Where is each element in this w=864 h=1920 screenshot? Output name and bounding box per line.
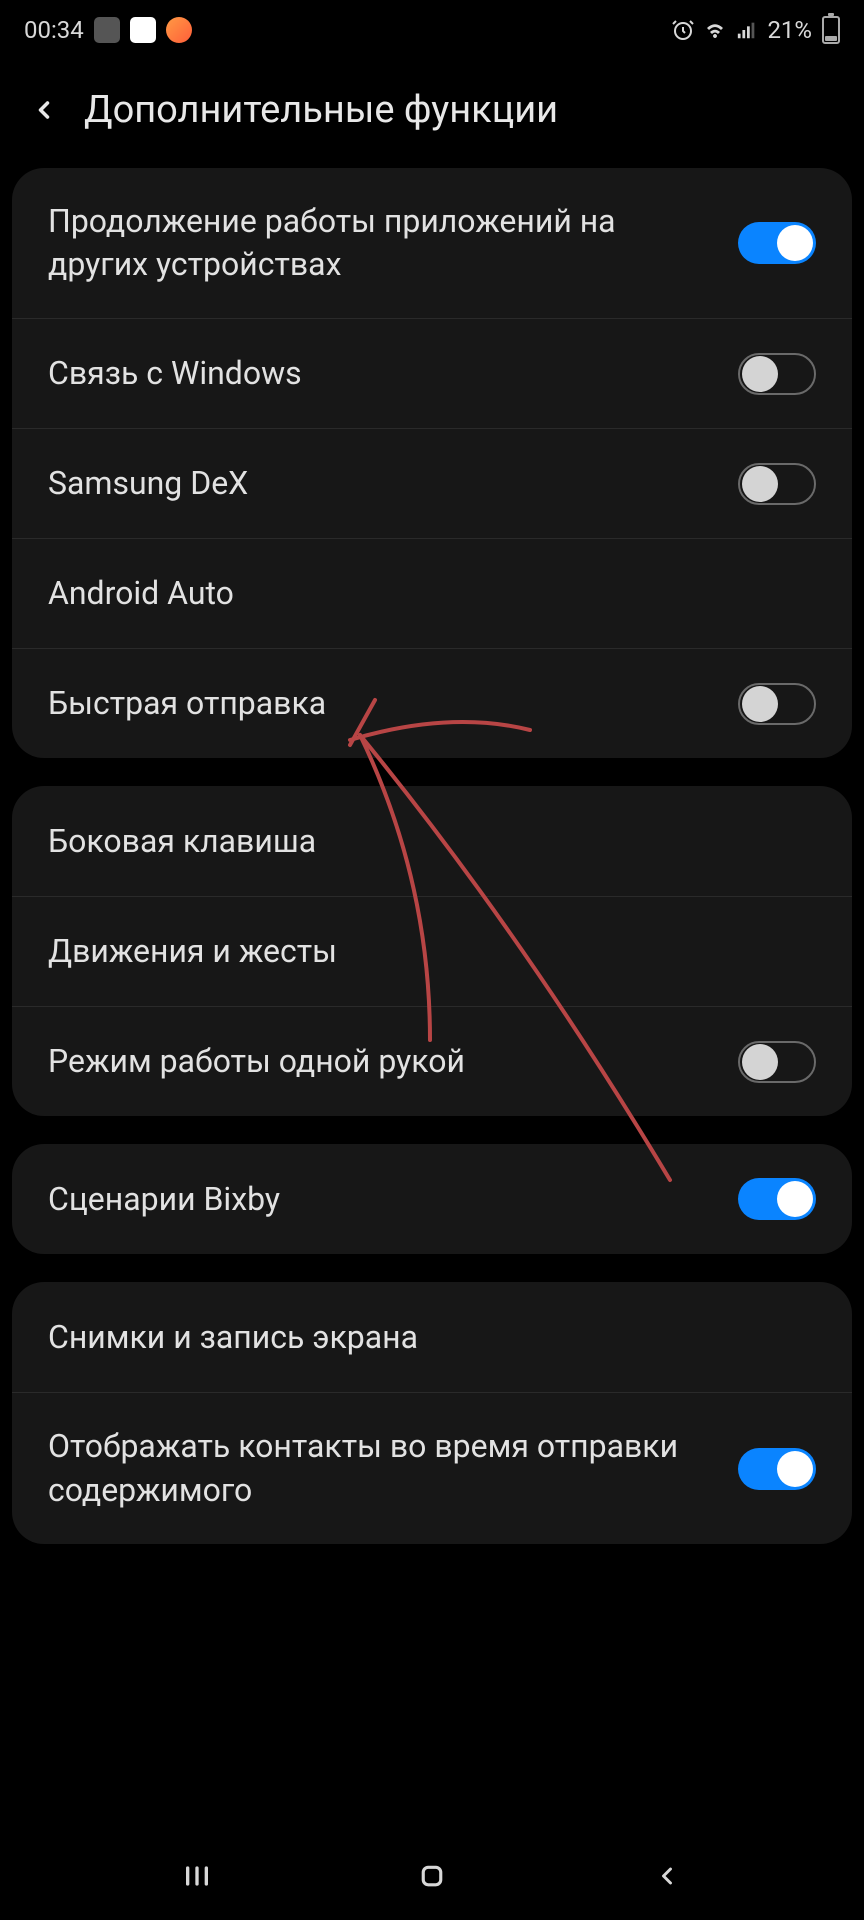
setting-link-to-windows[interactable]: Связь с Windows [12, 318, 852, 428]
settings-content: Продолжение работы приложений на других … [0, 168, 864, 1544]
setting-label: Samsung DeX [48, 462, 738, 505]
status-time: 00:34 [24, 16, 84, 44]
gallery-icon [94, 17, 120, 43]
status-left: 00:34 [24, 16, 192, 44]
settings-group: Сценарии Bixby [12, 1144, 852, 1254]
toggle-switch[interactable] [738, 1178, 816, 1220]
alarm-icon [671, 18, 695, 42]
settings-group: Снимки и запись экрана Отображать контак… [12, 1282, 852, 1543]
toggle-switch[interactable] [738, 1041, 816, 1083]
status-bar: 00:34 21% [0, 0, 864, 60]
setting-label: Быстрая отправка [48, 682, 738, 725]
setting-label: Режим работы одной рукой [48, 1040, 738, 1083]
setting-label: Снимки и запись экрана [48, 1316, 816, 1359]
signal-icon [735, 18, 759, 42]
setting-one-handed-mode[interactable]: Режим работы одной рукой [12, 1006, 852, 1116]
toggle-switch[interactable] [738, 222, 816, 264]
setting-quick-share[interactable]: Быстрая отправка [12, 648, 852, 758]
setting-bixby-routines[interactable]: Сценарии Bixby [12, 1144, 852, 1254]
header: Дополнительные функции [0, 60, 864, 168]
home-button[interactable] [408, 1852, 456, 1900]
setting-label: Движения и жесты [48, 930, 816, 973]
setting-label: Продолжение работы приложений на других … [48, 200, 738, 286]
setting-label: Android Auto [48, 572, 816, 615]
setting-label: Связь с Windows [48, 352, 738, 395]
toggle-switch[interactable] [738, 463, 816, 505]
back-button-nav[interactable] [643, 1852, 691, 1900]
status-right: 21% [671, 16, 840, 44]
back-button[interactable] [24, 90, 64, 130]
toggle-switch[interactable] [738, 683, 816, 725]
setting-label: Сценарии Bixby [48, 1178, 738, 1221]
setting-show-contacts-sharing[interactable]: Отображать контакты во время отправки со… [12, 1392, 852, 1543]
recents-button[interactable] [173, 1852, 221, 1900]
setting-continue-apps[interactable]: Продолжение работы приложений на других … [12, 168, 852, 318]
setting-android-auto[interactable]: Android Auto [12, 538, 852, 648]
setting-label: Боковая клавиша [48, 820, 816, 863]
toggle-switch[interactable] [738, 1448, 816, 1490]
setting-screenshots-recorder[interactable]: Снимки и запись экрана [12, 1282, 852, 1392]
battery-percent: 21% [767, 16, 812, 44]
settings-group: Боковая клавиша Движения и жесты Режим р… [12, 786, 852, 1116]
wifi-icon [703, 18, 727, 42]
setting-side-key[interactable]: Боковая клавиша [12, 786, 852, 896]
app-icon [166, 17, 192, 43]
battery-icon [822, 16, 840, 44]
setting-samsung-dex[interactable]: Samsung DeX [12, 428, 852, 538]
messages-icon [130, 17, 156, 43]
page-title: Дополнительные функции [84, 88, 558, 132]
settings-group: Продолжение работы приложений на других … [12, 168, 852, 758]
setting-label: Отображать контакты во время отправки со… [48, 1425, 738, 1511]
navigation-bar [0, 1832, 864, 1920]
setting-motions-gestures[interactable]: Движения и жесты [12, 896, 852, 1006]
toggle-switch[interactable] [738, 353, 816, 395]
